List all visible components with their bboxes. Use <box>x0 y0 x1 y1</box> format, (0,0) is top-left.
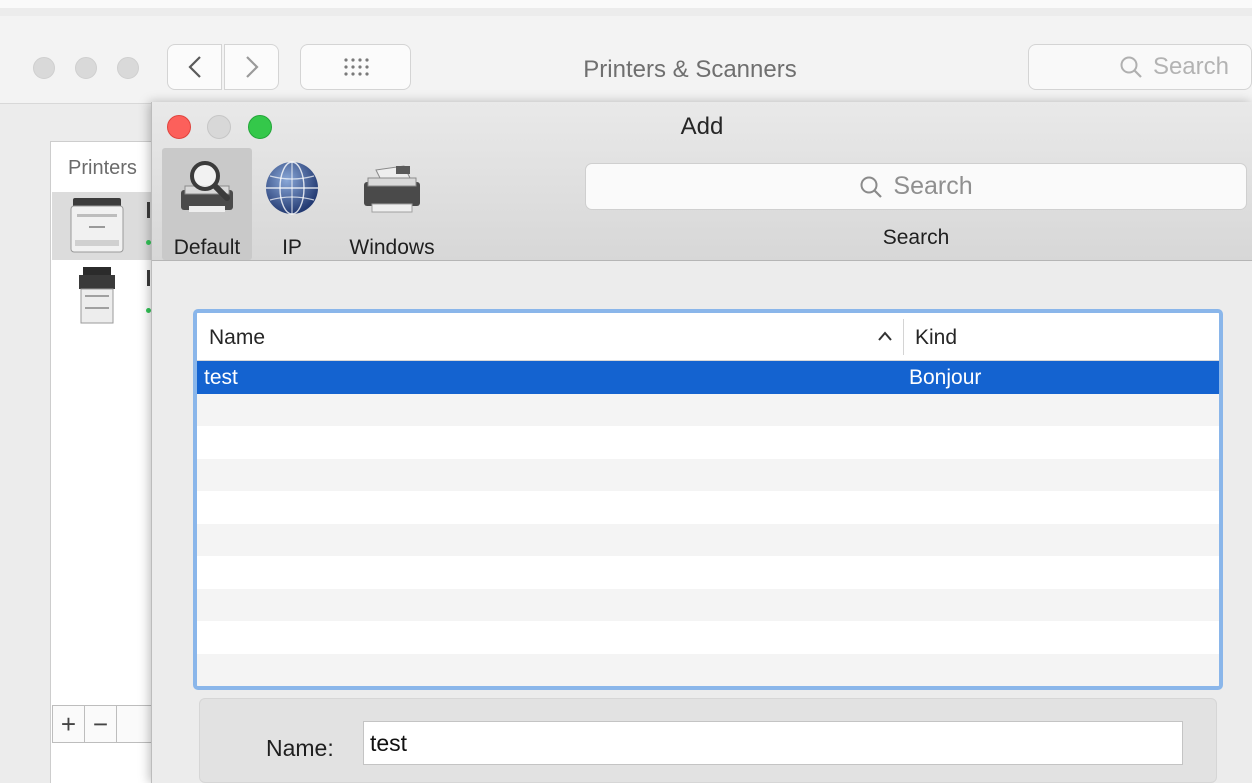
back-button[interactable] <box>167 44 222 90</box>
search-icon <box>1120 56 1142 78</box>
add-printer-dialog: Add Default IP Windows Search Search Nam… <box>151 102 1252 783</box>
forward-button[interactable] <box>224 44 279 90</box>
toolbar-ip-button[interactable]: IP <box>260 148 324 260</box>
chevron-right-icon <box>245 56 259 78</box>
empty-table-row <box>197 653 1219 686</box>
table-row[interactable]: test Bonjour <box>197 361 1219 394</box>
empty-table-row <box>197 458 1219 491</box>
bg-window-title: Printers & Scanners <box>583 56 797 83</box>
toolbar-windows-button[interactable]: Windows <box>338 148 446 260</box>
multifunction-printer-icon <box>79 267 115 324</box>
close-button[interactable] <box>167 115 191 139</box>
search-placeholder: Search <box>893 172 973 200</box>
grid-icon <box>343 58 369 76</box>
globe-icon <box>266 161 318 215</box>
magnifier-printer-icon <box>181 161 233 212</box>
dialog-title: Add <box>680 113 724 140</box>
bg-search-field[interactable]: Search <box>1028 44 1252 90</box>
bg-zoom-button[interactable] <box>117 57 139 79</box>
add-printer-button[interactable]: + <box>53 706 85 742</box>
toolbar-default-button[interactable]: Default <box>162 148 252 260</box>
cell-name: test <box>204 366 238 389</box>
laser-printer-icon <box>70 198 124 253</box>
show-all-button[interactable] <box>300 44 411 90</box>
name-field-label: Name: <box>266 735 334 761</box>
bg-search-placeholder: Search <box>1152 53 1229 80</box>
search-field[interactable]: Search <box>585 163 1247 210</box>
printer-results-table[interactable]: Name Kind test Bonjour <box>193 309 1223 690</box>
printer-name-fragment <box>147 202 150 218</box>
name-field[interactable] <box>363 721 1183 765</box>
table-rows: test Bonjour <box>197 361 1219 686</box>
bg-minimize-button[interactable] <box>75 57 97 79</box>
empty-table-row <box>197 621 1219 654</box>
search-field-label: Search <box>882 226 950 249</box>
empty-table-row <box>197 426 1219 459</box>
printer-icon <box>364 165 420 213</box>
empty-table-row <box>197 556 1219 589</box>
printer-name-fragment <box>147 270 150 286</box>
chevron-left-icon <box>187 56 201 78</box>
zoom-button[interactable] <box>248 115 272 139</box>
printer-details-form: Name: <box>199 698 1217 783</box>
empty-table-row <box>197 491 1219 524</box>
printers-section-label: Printers <box>68 157 137 179</box>
sort-ascending-icon[interactable] <box>877 327 893 345</box>
empty-table-row <box>197 588 1219 621</box>
dialog-toolbar: Add Default IP Windows Search Search <box>152 102 1252 261</box>
search-icon <box>860 176 883 198</box>
add-remove-control: + − <box>52 705 152 743</box>
column-header-name[interactable]: Name <box>209 326 265 350</box>
table-header: Name Kind <box>197 313 1219 361</box>
column-header-kind[interactable]: Kind <box>915 326 957 350</box>
remove-printer-button[interactable]: − <box>85 706 117 742</box>
cell-kind: Bonjour <box>909 366 982 389</box>
bg-titlebar: Printers & Scanners Search <box>0 16 1252 104</box>
printers-list-panel: Printers <box>50 141 160 783</box>
column-divider[interactable] <box>903 319 904 355</box>
toolbar-windows-label: Windows <box>349 236 435 259</box>
empty-table-row <box>197 523 1219 556</box>
empty-table-row <box>197 393 1219 426</box>
bg-close-button[interactable] <box>33 57 55 79</box>
minimize-button[interactable] <box>207 115 231 139</box>
toolbar-ip-label: IP <box>282 236 302 259</box>
toolbar-default-label: Default <box>173 236 241 259</box>
